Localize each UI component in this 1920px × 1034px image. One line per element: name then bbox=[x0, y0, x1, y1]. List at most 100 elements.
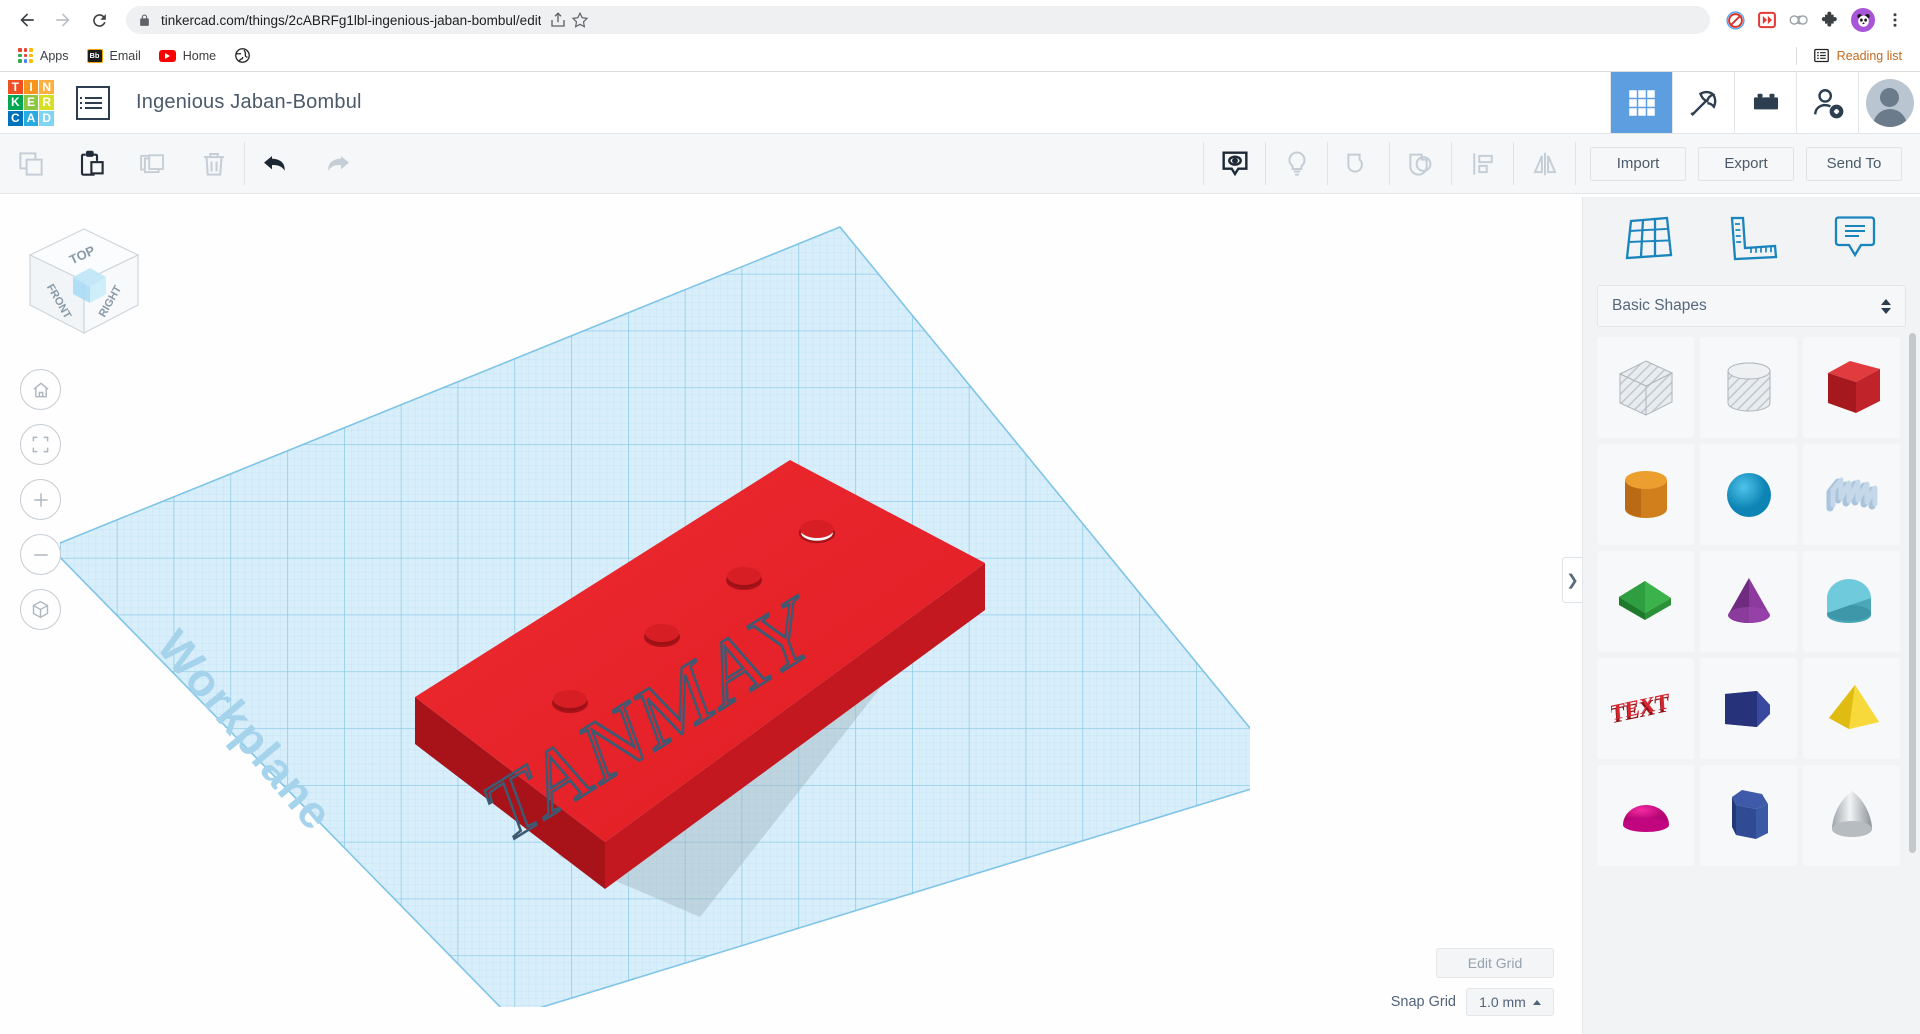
shape-hex-prism[interactable] bbox=[1700, 765, 1797, 866]
send-to-button[interactable]: Send To bbox=[1806, 146, 1902, 181]
delete-button[interactable] bbox=[183, 134, 244, 193]
link-extension-icon[interactable] bbox=[1784, 5, 1814, 35]
grid-controls: Edit Grid Snap Grid 1.0 mm bbox=[1391, 948, 1554, 1016]
view-cube[interactable]: TOP FRONT RIGHT bbox=[18, 215, 150, 347]
reading-list-button[interactable]: Reading list bbox=[1805, 44, 1910, 67]
panda-profile-icon[interactable] bbox=[1848, 5, 1878, 35]
logo-tile-K: K bbox=[8, 95, 23, 110]
workplane-tab[interactable] bbox=[1614, 208, 1684, 268]
file-actions: Import Export Send To bbox=[1590, 134, 1920, 193]
lego-brick-icon[interactable] bbox=[1734, 72, 1796, 133]
perspective-toggle-button[interactable] bbox=[20, 589, 61, 630]
invite-person-icon[interactable] bbox=[1796, 72, 1858, 133]
browser-extensions bbox=[1720, 5, 1910, 35]
share-icon[interactable] bbox=[549, 11, 567, 29]
copy-button[interactable] bbox=[0, 134, 61, 193]
snap-grid-select[interactable]: 1.0 mm bbox=[1466, 988, 1554, 1016]
lightbulb-hide-button[interactable] bbox=[1266, 134, 1327, 193]
address-bar[interactable]: tinkercad.com/things/2cABRFg1lbl-ingenio… bbox=[126, 6, 1710, 34]
shape-sphere[interactable] bbox=[1700, 444, 1797, 545]
bookmark-home[interactable]: Home bbox=[151, 46, 224, 66]
logo-tile-D: D bbox=[39, 110, 54, 126]
shape-cone[interactable] bbox=[1700, 551, 1797, 652]
notes-tab[interactable] bbox=[1820, 208, 1890, 268]
shape-category-dropdown[interactable]: Basic Shapes bbox=[1597, 285, 1906, 327]
shape-grid: TEXT TEXT bbox=[1583, 337, 1920, 1034]
zoom-in-button[interactable] bbox=[20, 479, 61, 520]
apps-grid-icon bbox=[18, 48, 33, 63]
bookmark-label: Email bbox=[109, 48, 141, 63]
logo-tile-C: C bbox=[8, 110, 23, 126]
fast-forward-extension-icon[interactable] bbox=[1752, 5, 1782, 35]
bookmark-apps[interactable]: Apps bbox=[10, 45, 77, 66]
star-icon[interactable] bbox=[571, 11, 589, 29]
shape-paraboloid[interactable] bbox=[1803, 765, 1900, 866]
back-arrow-icon[interactable] bbox=[10, 3, 44, 37]
stepper-arrows-icon bbox=[1881, 298, 1891, 314]
redo-button[interactable] bbox=[306, 134, 367, 193]
ruler-tab[interactable] bbox=[1717, 208, 1787, 268]
bookmark-email[interactable]: Bb Email bbox=[79, 46, 149, 66]
adblock-extension-icon[interactable] bbox=[1720, 5, 1750, 35]
zoom-out-button[interactable] bbox=[20, 534, 61, 575]
blackboard-icon: Bb bbox=[86, 48, 103, 63]
export-button[interactable]: Export bbox=[1698, 146, 1794, 181]
align-button[interactable] bbox=[1452, 134, 1513, 193]
tinkercad-logo[interactable]: T I N K E R C A D bbox=[8, 79, 54, 126]
shape-wedge[interactable] bbox=[1700, 658, 1797, 759]
logo-tile-T: T bbox=[8, 79, 23, 95]
edit-grid-button[interactable]: Edit Grid bbox=[1436, 948, 1554, 978]
shape-roof[interactable] bbox=[1597, 551, 1694, 652]
avatar[interactable] bbox=[1858, 72, 1920, 133]
shape-box-hole[interactable] bbox=[1597, 337, 1694, 438]
three-dot-menu-icon[interactable] bbox=[1880, 5, 1910, 35]
import-button[interactable]: Import bbox=[1590, 146, 1686, 181]
toolbar-divider bbox=[1575, 142, 1576, 185]
url-text: tinkercad.com/things/2cABRFg1lbl-ingenio… bbox=[161, 12, 542, 28]
shape-dome[interactable] bbox=[1597, 765, 1694, 866]
bookmarks-bar: Apps Bb Email Home Reading list bbox=[0, 40, 1920, 72]
panel-scrollbar[interactable] bbox=[1909, 333, 1916, 853]
reading-list-label: Reading list bbox=[1836, 48, 1902, 63]
shape-scribble[interactable] bbox=[1803, 444, 1900, 545]
bookmark-label: Home bbox=[182, 48, 217, 63]
pickaxe-minecraft-icon[interactable] bbox=[1672, 72, 1734, 133]
designs-grid-icon[interactable] bbox=[1610, 72, 1672, 133]
logo-tile-E: E bbox=[23, 95, 39, 110]
browser-toolbar: tinkercad.com/things/2cABRFg1lbl-ingenio… bbox=[0, 0, 1920, 40]
forward-arrow-icon[interactable] bbox=[46, 3, 80, 37]
undo-button[interactable] bbox=[245, 134, 306, 193]
bookmark-globe[interactable] bbox=[226, 44, 259, 67]
shape-text[interactable]: TEXT TEXT bbox=[1597, 658, 1694, 759]
logo-tile-I: I bbox=[23, 79, 39, 95]
shape-box-solid[interactable] bbox=[1803, 337, 1900, 438]
chevron-up-icon bbox=[1532, 999, 1541, 1005]
main-area: Workplane TANMAY TOP FRONT RIGHT Edit Gr… bbox=[0, 197, 1920, 1034]
workplane-3d-scene[interactable]: Workplane TANMAY bbox=[60, 217, 1250, 1007]
panel-collapse-toggle[interactable]: ❯ bbox=[1562, 557, 1582, 603]
shape-cylinder-hole[interactable] bbox=[1700, 337, 1797, 438]
3d-canvas[interactable]: Workplane TANMAY TOP FRONT RIGHT Edit Gr… bbox=[0, 197, 1582, 1034]
fit-to-view-button[interactable] bbox=[20, 424, 61, 465]
puzzle-extension-icon[interactable] bbox=[1816, 5, 1846, 35]
youtube-icon bbox=[158, 49, 176, 62]
project-list-icon[interactable] bbox=[76, 85, 110, 120]
shape-cylinder-solid[interactable] bbox=[1597, 444, 1694, 545]
header-actions bbox=[1610, 72, 1920, 133]
reload-icon[interactable] bbox=[82, 3, 116, 37]
group-button[interactable] bbox=[1328, 134, 1389, 193]
logo-tile-A: A bbox=[23, 110, 39, 126]
shape-category-label: Basic Shapes bbox=[1612, 297, 1707, 314]
shape-pyramid[interactable] bbox=[1803, 658, 1900, 759]
duplicate-button[interactable] bbox=[122, 134, 183, 193]
mirror-button[interactable] bbox=[1514, 134, 1575, 193]
ungroup-button[interactable] bbox=[1390, 134, 1451, 193]
home-view-button[interactable] bbox=[20, 369, 61, 410]
reading-list-icon bbox=[1813, 47, 1830, 64]
navigation-controls bbox=[20, 369, 61, 630]
logo-tile-N: N bbox=[39, 79, 54, 95]
logo-tile-R: R bbox=[39, 95, 54, 110]
paste-button[interactable] bbox=[61, 134, 122, 193]
shape-half-cylinder[interactable] bbox=[1803, 551, 1900, 652]
show-hide-button[interactable] bbox=[1204, 134, 1265, 193]
